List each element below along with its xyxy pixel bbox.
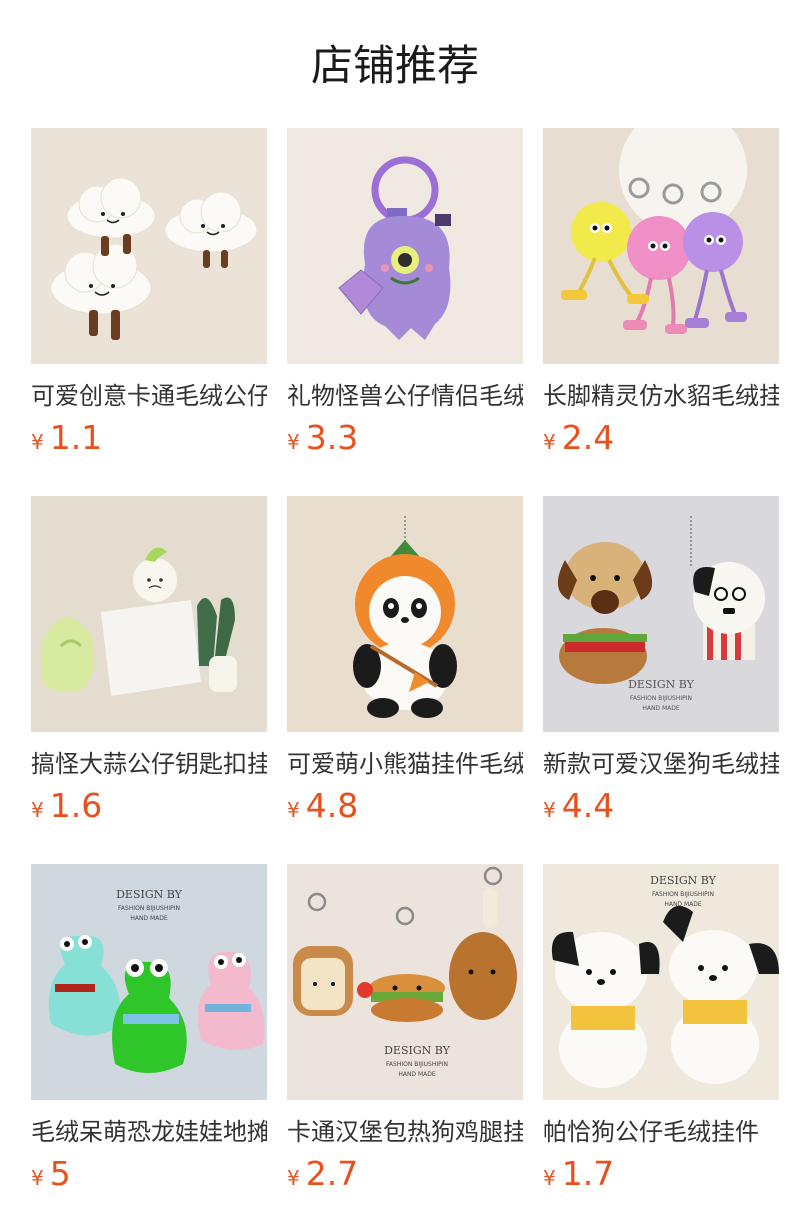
product-name[interactable]: 搞怪大蒜公仔钥匙扣挂件	[31, 746, 267, 782]
product-name[interactable]: 卡通汉堡包热狗鸡腿挂件	[287, 1114, 523, 1150]
watermark-design-by: DESIGN BY	[384, 1044, 451, 1057]
price-amount: 1.7	[561, 1154, 615, 1193]
price-amount: 1.1	[49, 418, 103, 457]
product-price: ¥2.7	[287, 1154, 358, 1194]
product-name[interactable]: 礼物怪兽公仔情侣毛绒	[287, 378, 523, 414]
pochacco-plush-image[interactable]: DESIGN BY FASHION BIJIUSHIPIN HAND MADE	[543, 864, 779, 1100]
product-card[interactable]: DESIGN BY FASHION BIJIUSHIPIN HAND MADE …	[543, 496, 779, 836]
watermark-design-by: DESIGN BY	[650, 874, 717, 887]
currency-symbol: ¥	[287, 430, 300, 454]
price-amount: 4.8	[305, 786, 359, 825]
product-card[interactable]: 可爱萌小熊猫挂件毛绒 ¥4.8	[287, 496, 523, 836]
product-name[interactable]: 毛绒呆萌恐龙娃娃地摊	[31, 1114, 267, 1150]
product-card[interactable]: DESIGN BY FASHION BIJIUSHIPIN HAND MADE …	[31, 864, 267, 1204]
product-card[interactable]: 长脚精灵仿水貂毛绒挂件 ¥2.4	[543, 128, 779, 468]
price-amount: 5	[49, 1154, 71, 1193]
watermark-fashion: FASHION BIJIUSHIPIN	[386, 1061, 448, 1068]
watermark-fashion: FASHION BIJIUSHIPIN	[118, 905, 180, 912]
currency-symbol: ¥	[287, 1166, 300, 1190]
product-name[interactable]: 可爱萌小熊猫挂件毛绒	[287, 746, 523, 782]
price-amount: 4.4	[561, 786, 615, 825]
price-amount: 2.4	[561, 418, 615, 457]
product-name[interactable]: 帕恰狗公仔毛绒挂件	[543, 1114, 779, 1150]
product-card[interactable]: DESIGN BY FASHION BIJIUSHIPIN HAND MADE …	[543, 864, 779, 1204]
watermark-hand-made: HAND MADE	[130, 915, 168, 922]
watermark-fashion: FASHION BIJIUSHIPIN	[630, 695, 692, 702]
product-price: ¥3.3	[287, 418, 358, 458]
price-amount: 3.3	[305, 418, 359, 457]
garlic-vegetable-plush-image[interactable]	[31, 496, 267, 732]
product-price: ¥5	[31, 1154, 71, 1194]
currency-symbol: ¥	[543, 430, 556, 454]
product-price: ¥1.1	[31, 418, 102, 458]
price-amount: 2.7	[305, 1154, 359, 1193]
food-keychain-image[interactable]: DESIGN BY FASHION BIJIUSHIPIN HAND MADE	[287, 864, 523, 1100]
product-price: ¥1.7	[543, 1154, 614, 1194]
currency-symbol: ¥	[31, 430, 44, 454]
currency-symbol: ¥	[31, 798, 44, 822]
product-card[interactable]: 搞怪大蒜公仔钥匙扣挂件 ¥1.6	[31, 496, 267, 836]
burger-dog-plush-image[interactable]: DESIGN BY FASHION BIJIUSHIPIN HAND MADE	[543, 496, 779, 732]
watermark-hand-made: HAND MADE	[642, 705, 680, 712]
currency-symbol: ¥	[543, 798, 556, 822]
product-price: ¥1.6	[31, 786, 102, 826]
watermark-hand-made: HAND MADE	[398, 1071, 436, 1078]
currency-symbol: ¥	[31, 1166, 44, 1190]
currency-symbol: ¥	[287, 798, 300, 822]
product-price: ¥4.4	[543, 786, 614, 826]
price-amount: 1.6	[49, 786, 103, 825]
panda-plush-image[interactable]	[287, 496, 523, 732]
watermark-design-by: DESIGN BY	[628, 678, 695, 691]
dinosaur-plush-image[interactable]: DESIGN BY FASHION BIJIUSHIPIN HAND MADE	[31, 864, 267, 1100]
watermark-design-by: DESIGN BY	[116, 888, 183, 901]
product-card[interactable]: 可爱创意卡通毛绒公仔 ¥1.1	[31, 128, 267, 468]
product-name[interactable]: 可爱创意卡通毛绒公仔	[31, 378, 267, 414]
product-price: ¥2.4	[543, 418, 614, 458]
product-card[interactable]: DESIGN BY FASHION BIJIUSHIPIN HAND MADE …	[287, 864, 523, 1204]
cloud-plush-image[interactable]	[31, 128, 267, 364]
purple-monster-plush-image[interactable]	[287, 128, 523, 364]
product-name[interactable]: 新款可爱汉堡狗毛绒挂件	[543, 746, 779, 782]
product-name[interactable]: 长脚精灵仿水貂毛绒挂件	[543, 378, 779, 414]
product-price: ¥4.8	[287, 786, 358, 826]
watermark-fashion: FASHION BIJIUSHIPIN	[652, 891, 714, 898]
section-title: 店铺推荐	[310, 41, 479, 90]
product-card[interactable]: 礼物怪兽公仔情侣毛绒 ¥3.3	[287, 128, 523, 468]
fluffy-ball-sprite-image[interactable]	[543, 128, 779, 364]
currency-symbol: ¥	[543, 1166, 556, 1190]
